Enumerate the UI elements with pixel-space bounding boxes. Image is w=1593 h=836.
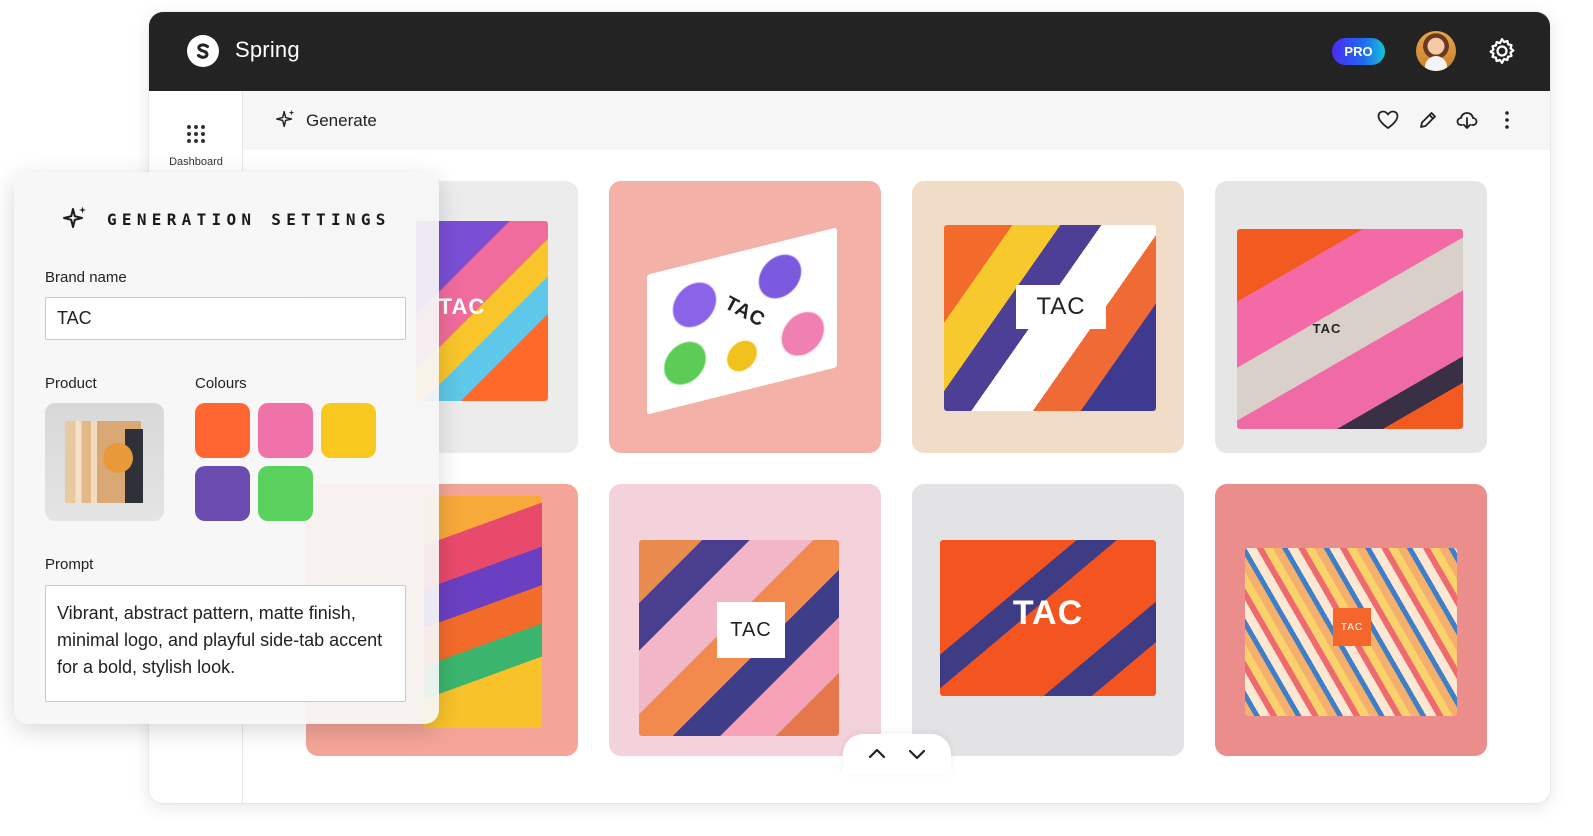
colour-swatch-yellow[interactable] xyxy=(321,403,376,458)
more-vertical-icon[interactable] xyxy=(1495,108,1519,132)
box-label: TAC xyxy=(1016,285,1106,329)
product-box-accent xyxy=(103,443,133,473)
prompt-label: Prompt xyxy=(45,556,94,573)
gallery-item[interactable]: TAC xyxy=(1215,484,1487,756)
app-title: Spring xyxy=(235,37,300,62)
gallery-item[interactable]: TAC xyxy=(609,484,881,756)
gallery-item[interactable]: TAC xyxy=(609,181,881,453)
product-label: Product xyxy=(45,375,97,392)
toolbar: Generate xyxy=(243,91,1550,150)
toolbar-title: Generate xyxy=(306,111,377,130)
chevron-up-icon[interactable] xyxy=(865,742,889,766)
chevron-down-icon[interactable] xyxy=(905,742,929,766)
box-label: TAC xyxy=(1312,320,1342,336)
colour-swatch-orange[interactable] xyxy=(195,403,250,458)
sparkle-icon xyxy=(63,206,86,228)
gallery-item[interactable]: TAC xyxy=(912,181,1184,453)
spring-logo-icon[interactable] xyxy=(187,35,219,67)
box-label: TAC xyxy=(1333,608,1371,646)
brand-name-label: Brand name xyxy=(45,269,127,286)
grid-dots-icon[interactable] xyxy=(185,123,207,145)
box-label: TAC xyxy=(438,294,486,319)
product-thumbnail[interactable] xyxy=(45,403,164,521)
heart-icon[interactable] xyxy=(1376,108,1400,132)
gallery-item[interactable]: TAC xyxy=(912,484,1184,756)
box-label: TAC xyxy=(1012,593,1084,632)
box-label: TAC xyxy=(717,602,785,658)
cloud-download-icon[interactable] xyxy=(1455,108,1479,132)
colour-swatch-green[interactable] xyxy=(258,466,313,521)
colour-swatch-pink[interactable] xyxy=(258,403,313,458)
pro-badge[interactable]: PRO xyxy=(1332,38,1385,65)
brand-name-input[interactable]: TAC xyxy=(45,297,406,340)
gallery-item[interactable]: TAC xyxy=(1215,181,1487,453)
top-bar: Spring PRO xyxy=(149,12,1550,91)
colour-swatch-purple[interactable] xyxy=(195,466,250,521)
panel-title: GENERATION SETTINGS xyxy=(107,210,391,229)
avatar[interactable] xyxy=(1416,31,1456,71)
pager xyxy=(843,734,951,774)
sparkle-icon xyxy=(276,109,295,128)
box-image xyxy=(424,496,542,728)
generation-settings-panel: GENERATION SETTINGS Brand name TAC Produ… xyxy=(14,172,439,724)
box-image xyxy=(1237,229,1463,429)
sidebar-item-dashboard[interactable]: Dashboard xyxy=(149,156,243,168)
prompt-textarea[interactable]: Vibrant, abstract pattern, matte finish,… xyxy=(45,585,406,702)
gear-icon[interactable] xyxy=(1487,36,1517,66)
pencil-icon[interactable] xyxy=(1416,108,1440,132)
colours-label: Colours xyxy=(195,375,247,392)
